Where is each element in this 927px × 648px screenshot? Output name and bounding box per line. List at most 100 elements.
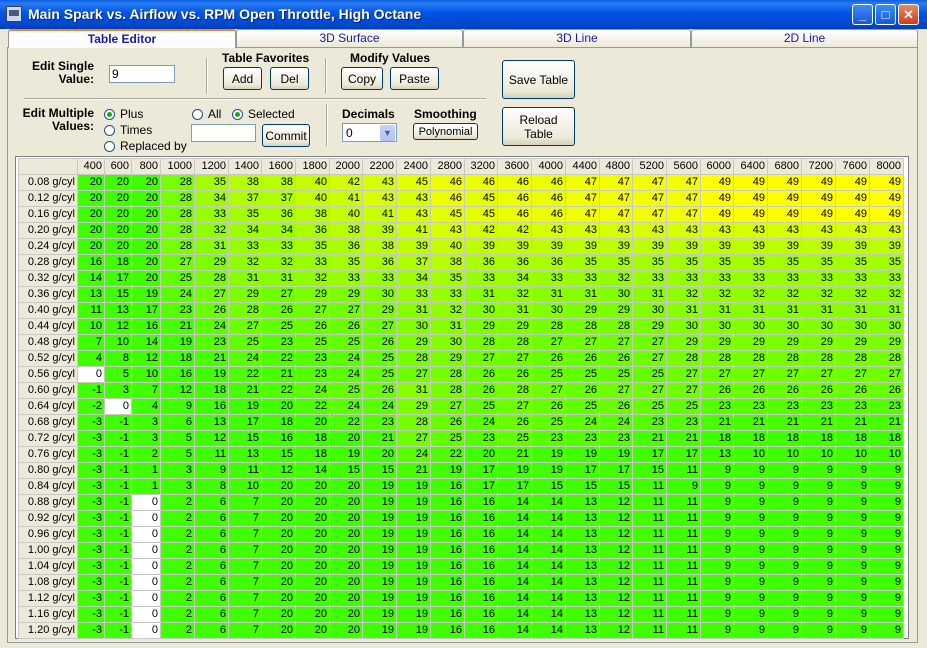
table-cell[interactable]: 49	[835, 206, 870, 223]
table-cell[interactable]: 19	[396, 606, 431, 623]
table-cell[interactable]: 36	[295, 222, 330, 239]
table-cell[interactable]: 15	[228, 430, 262, 447]
table-cell[interactable]: 20	[329, 430, 363, 447]
table-cell[interactable]: 18	[194, 382, 229, 399]
table-cell[interactable]: 32	[835, 286, 870, 303]
table-cell[interactable]: 42	[464, 222, 498, 239]
table-cell[interactable]: 20	[261, 398, 296, 415]
table-cell[interactable]: 21	[497, 446, 532, 463]
table-cell[interactable]: 30	[531, 302, 566, 319]
table-cell[interactable]: 27	[396, 366, 431, 383]
table-cell[interactable]: 31	[228, 270, 262, 287]
row-header-airflow[interactable]: 0.32 g/cyl	[18, 270, 78, 287]
table-cell[interactable]: 35	[666, 254, 701, 271]
table-cell[interactable]: 29	[295, 286, 330, 303]
table-cell[interactable]: 18	[733, 430, 768, 447]
table-cell[interactable]: 23	[666, 414, 701, 431]
table-cell[interactable]: 14	[531, 558, 566, 575]
table-cell[interactable]: 9	[869, 574, 904, 591]
table-cell[interactable]: 27	[801, 366, 836, 383]
table-cell[interactable]: 19	[430, 462, 465, 479]
table-cell[interactable]: 9	[801, 558, 836, 575]
table-cell[interactable]: 31	[531, 286, 566, 303]
table-cell[interactable]: 28	[497, 382, 532, 399]
table-cell[interactable]: 23	[565, 430, 600, 447]
table-cell[interactable]: 8	[194, 478, 229, 495]
table-cell[interactable]: 22	[295, 398, 330, 415]
table-cell[interactable]: 13	[565, 558, 600, 575]
table-cell[interactable]: -3	[77, 542, 105, 559]
column-header-rpm[interactable]: 5200	[632, 158, 667, 175]
table-cell[interactable]: 21	[194, 350, 229, 367]
table-cell[interactable]: 27	[194, 286, 229, 303]
table-cell[interactable]: 11	[632, 606, 667, 623]
table-cell[interactable]: 25	[531, 414, 566, 431]
table-cell[interactable]: 11	[77, 302, 105, 319]
table-cell[interactable]: 21	[767, 414, 802, 431]
table-cell[interactable]: 11	[632, 510, 667, 527]
table-cell[interactable]: 20	[131, 174, 161, 191]
table-cell[interactable]: 28	[430, 382, 465, 399]
table-cell[interactable]: 19	[228, 398, 262, 415]
table-cell[interactable]: 39	[599, 238, 633, 255]
table-cell[interactable]: 22	[329, 414, 363, 431]
table-cell[interactable]: 16	[430, 494, 465, 511]
row-header-airflow[interactable]: 1.20 g/cyl	[18, 622, 78, 639]
table-cell[interactable]: 19	[131, 286, 161, 303]
table-cell[interactable]: 9	[733, 478, 768, 495]
table-cell[interactable]: 30	[362, 286, 397, 303]
table-cell[interactable]: 18	[295, 446, 330, 463]
table-cell[interactable]: 23	[700, 398, 734, 415]
table-cell[interactable]: 27	[700, 366, 734, 383]
table-cell[interactable]: 32	[194, 222, 229, 239]
replaced-by-radio[interactable]	[104, 141, 115, 152]
table-cell[interactable]: 26	[801, 382, 836, 399]
table-cell[interactable]: 19	[362, 526, 397, 543]
table-cell[interactable]: 39	[531, 238, 566, 255]
table-cell[interactable]: 9	[767, 478, 802, 495]
tab-3d-line[interactable]: 3D Line	[463, 29, 691, 47]
table-cell[interactable]: 32	[295, 270, 330, 287]
table-cell[interactable]: 47	[565, 190, 600, 207]
table-cell[interactable]: 16	[464, 574, 498, 591]
table-cell[interactable]: 9	[700, 590, 734, 607]
table-cell[interactable]: 35	[700, 254, 734, 271]
table-cell[interactable]: -1	[104, 494, 132, 511]
table-cell[interactable]: 32	[869, 286, 904, 303]
table-cell[interactable]: 34	[261, 222, 296, 239]
column-header-rpm[interactable]: 1200	[194, 158, 229, 175]
table-cell[interactable]: 6	[194, 542, 229, 559]
table-cell[interactable]: 27	[599, 334, 633, 351]
table-cell[interactable]: 49	[869, 190, 904, 207]
table-cell[interactable]: 21	[228, 382, 262, 399]
table-cell[interactable]: 18	[767, 430, 802, 447]
table-cell[interactable]: 20	[329, 494, 363, 511]
table-cell[interactable]: 20	[104, 238, 132, 255]
table-cell[interactable]: 13	[565, 606, 600, 623]
table-cell[interactable]: 47	[666, 206, 701, 223]
table-cell[interactable]: -3	[77, 606, 105, 623]
table-cell[interactable]: 16	[464, 558, 498, 575]
table-cell[interactable]: 23	[869, 398, 904, 415]
table-cell[interactable]: 24	[565, 414, 600, 431]
table-cell[interactable]: 20	[295, 526, 330, 543]
table-cell[interactable]: 7	[77, 334, 105, 351]
table-cell[interactable]: 20	[295, 622, 330, 639]
table-cell[interactable]: 18	[295, 430, 330, 447]
table-cell[interactable]: 27	[632, 382, 667, 399]
table-cell[interactable]: 6	[194, 558, 229, 575]
table-cell[interactable]: 14	[497, 526, 532, 543]
table-cell[interactable]: 33	[194, 206, 229, 223]
table-cell[interactable]: 26	[261, 302, 296, 319]
table-cell[interactable]: 26	[531, 398, 566, 415]
table-cell[interactable]: 27	[565, 334, 600, 351]
table-cell[interactable]: 18	[261, 414, 296, 431]
table-cell[interactable]: -1	[104, 478, 132, 495]
table-cell[interactable]: 20	[261, 590, 296, 607]
table-cell[interactable]: 28	[565, 318, 600, 335]
table-cell[interactable]: 11	[666, 558, 701, 575]
table-cell[interactable]: 24	[464, 414, 498, 431]
table-cell[interactable]: 43	[362, 190, 397, 207]
table-cell[interactable]: 35	[329, 254, 363, 271]
table-cell[interactable]: 12	[599, 590, 633, 607]
